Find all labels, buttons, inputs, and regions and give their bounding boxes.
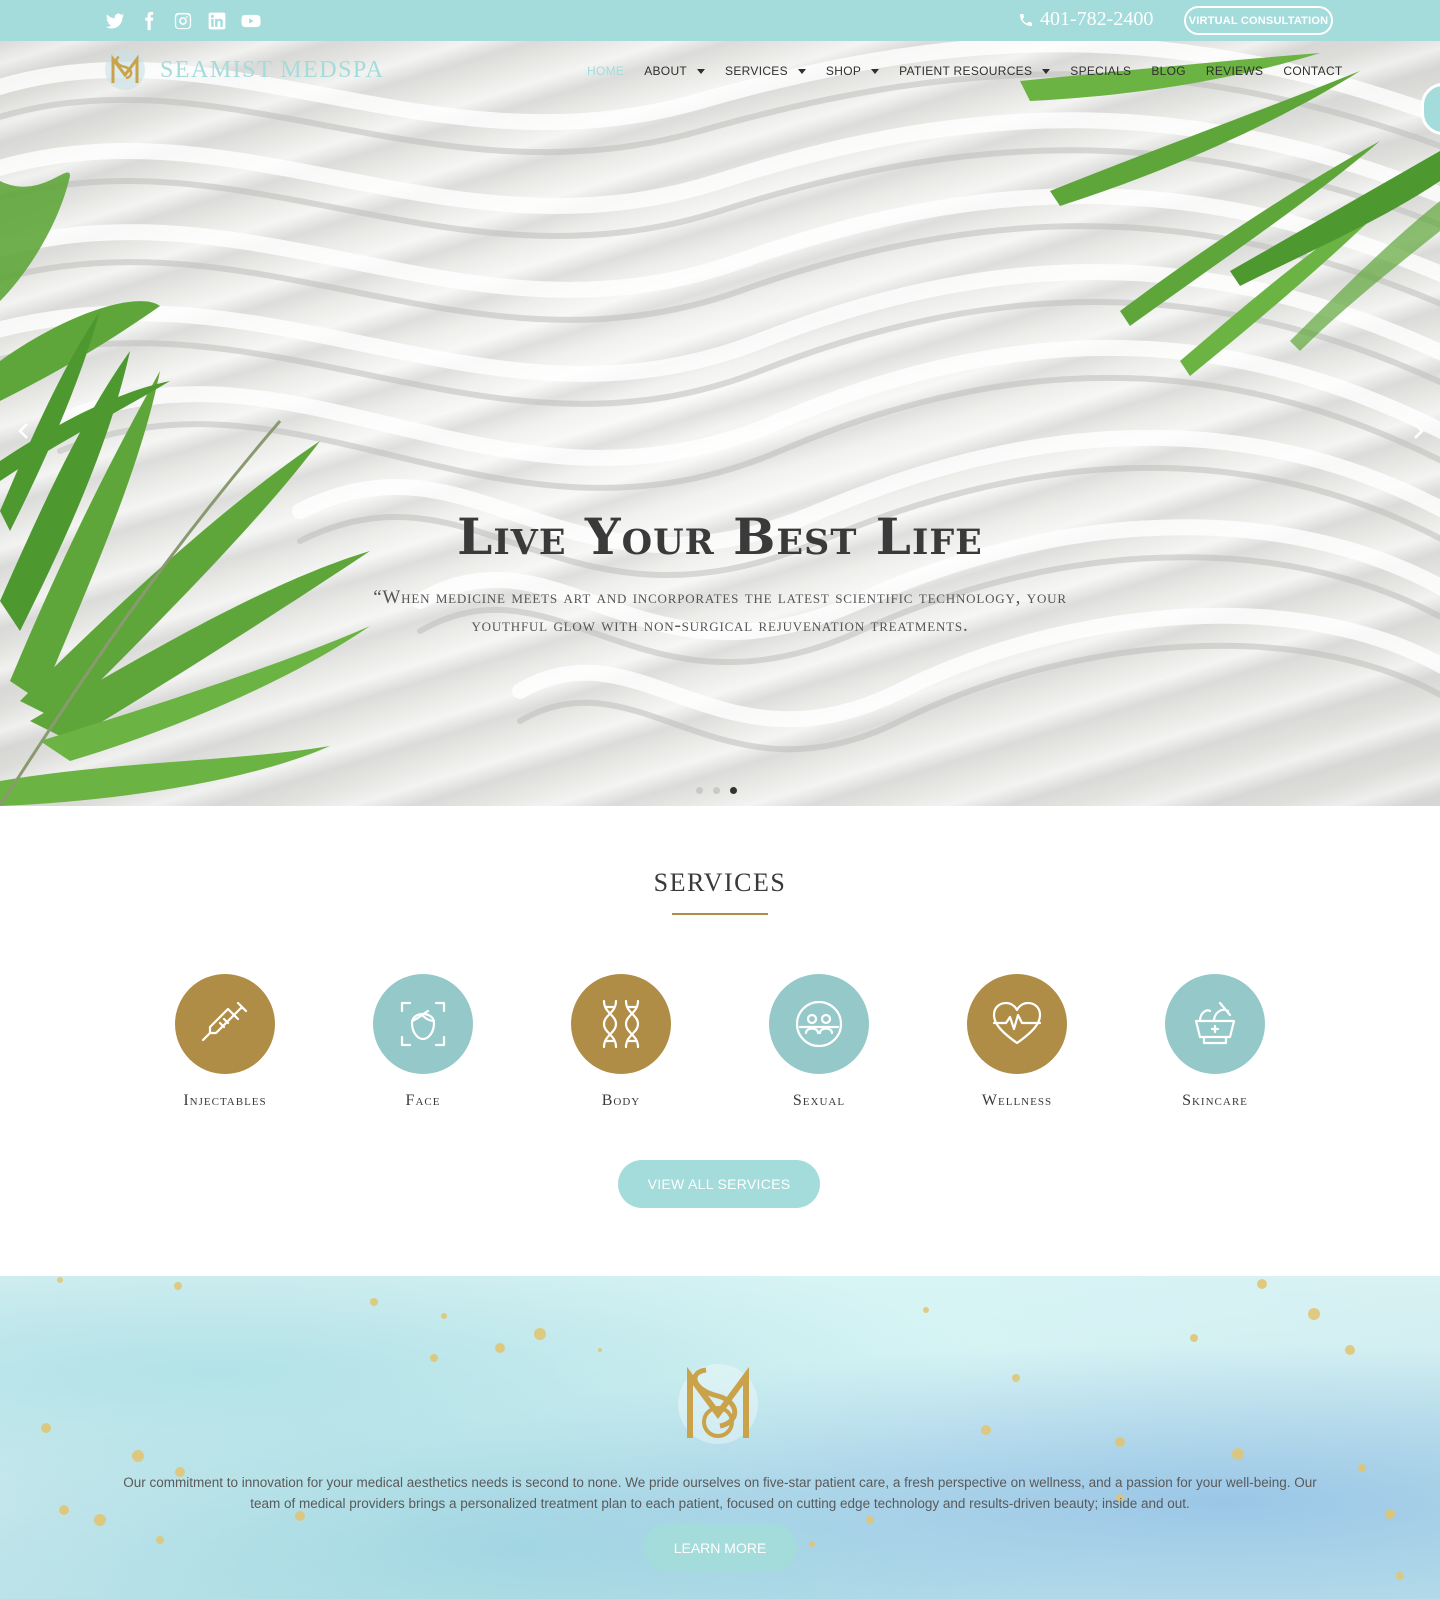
service-icon-circle	[571, 974, 671, 1074]
twitter-icon[interactable]	[104, 10, 126, 32]
chevron-right-icon	[1414, 423, 1424, 439]
service-icon-circle	[967, 974, 1067, 1074]
nav-item-label: HOME	[587, 64, 625, 78]
top-bar: 401-782-2400 VIRTUAL CONSULTATION	[0, 0, 1440, 41]
about-text: Our commitment to innovation for your me…	[123, 1475, 1317, 1511]
caret-down-icon	[697, 68, 706, 74]
phone-link[interactable]: 401-782-2400	[1018, 8, 1153, 31]
service-label: Skincare	[1182, 1092, 1248, 1109]
instagram-icon[interactable]	[172, 10, 194, 32]
nav-item-label: CONTACT	[1283, 64, 1343, 78]
nav-item-label: SHOP	[825, 64, 862, 78]
nav-item-label: SERVICES	[725, 64, 788, 78]
nav-item-contact[interactable]: CONTACT	[1283, 64, 1342, 78]
service-icon-circle	[175, 974, 275, 1074]
nav-item-reviews[interactable]: REVIEWS	[1206, 64, 1263, 78]
hero-quote: “When medicine meets art and incorporate…	[373, 587, 1067, 636]
brand-name: SEAMIST MEDSPA	[160, 56, 385, 83]
nav-item-services[interactable]: SERVICES	[725, 64, 806, 78]
service-icon-circle	[1165, 974, 1265, 1074]
heartbeat-icon	[992, 1001, 1042, 1045]
slider-dots	[696, 787, 737, 794]
next-slide-arrow[interactable]	[1408, 421, 1428, 441]
caret-down-icon	[797, 68, 806, 74]
main-nav: SEAMIST MEDSPA HOME ABOUT SERVICES SHOP …	[0, 41, 1440, 135]
nav-item-home[interactable]: HOME	[587, 64, 624, 78]
chevron-left-icon	[18, 423, 28, 439]
virtual-consultation-button[interactable]: VIRTUAL CONSULTATION	[1184, 6, 1333, 35]
hero-slider: Live Your Best Life “When medicine meets…	[0, 41, 1440, 806]
seamist-logo-icon	[105, 50, 145, 90]
service-icon-circle	[373, 974, 473, 1074]
caret-down-icon	[871, 68, 880, 74]
service-label: Face	[405, 1092, 441, 1109]
service-body[interactable]: Body	[541, 974, 701, 1110]
slider-dot[interactable]	[696, 787, 703, 794]
slider-dot[interactable]	[713, 787, 720, 794]
facebook-icon[interactable]	[138, 10, 160, 32]
seamist-monogram-icon	[678, 1364, 758, 1444]
services-divider	[672, 913, 768, 915]
mortar-icon	[1194, 1001, 1236, 1045]
service-injectables[interactable]: Injectables	[145, 974, 305, 1110]
nav-item-label: ABOUT	[644, 64, 688, 78]
social-links	[104, 10, 262, 32]
nav-item-label: REVIEWS	[1205, 64, 1264, 78]
nav-item-specials[interactable]: SPECIALS	[1070, 64, 1131, 78]
nav-item-label: PATIENT RESOURCES	[899, 64, 1033, 78]
couple-icon	[795, 1000, 843, 1048]
syringe-icon	[201, 1001, 248, 1042]
nav-item-blog[interactable]: BLOG	[1151, 64, 1186, 78]
caret-down-icon	[1042, 68, 1051, 74]
youtube-icon[interactable]	[240, 10, 262, 32]
service-skincare[interactable]: Skincare	[1135, 974, 1295, 1110]
linkedin-icon[interactable]	[206, 10, 228, 32]
nav-item-patient-resources[interactable]: PATIENT RESOURCES	[899, 64, 1051, 78]
face-icon	[400, 1001, 446, 1047]
service-face[interactable]: Face	[343, 974, 503, 1110]
brand-logo[interactable]: SEAMIST MEDSPA	[102, 47, 384, 93]
nav-menu: HOME ABOUT SERVICES SHOP PATIENT RESOURC…	[587, 64, 1363, 78]
nav-item-label: SPECIALS	[1070, 64, 1132, 78]
about-section: Our commitment to innovation for your me…	[0, 1276, 1440, 1599]
nav-item-shop[interactable]: SHOP	[825, 64, 880, 78]
nav-item-about[interactable]: ABOUT	[644, 64, 706, 78]
phone-number: 401-782-2400	[1040, 8, 1154, 30]
service-label: Injectables	[183, 1092, 267, 1109]
hero-title: Live Your Best Life	[457, 507, 983, 566]
service-wellness[interactable]: Wellness	[937, 974, 1097, 1110]
service-label: Sexual	[792, 1092, 846, 1109]
phone-icon	[1020, 13, 1032, 26]
palm-leaves	[0, 53, 1440, 806]
services-heading: SERVICES	[653, 868, 787, 897]
service-sexual[interactable]: Sexual	[739, 974, 899, 1110]
service-label: Wellness	[981, 1092, 1053, 1109]
slider-dot-active[interactable]	[730, 787, 737, 794]
service-label: Body	[601, 1092, 641, 1109]
prev-slide-arrow[interactable]	[14, 421, 34, 441]
nav-item-label: BLOG	[1151, 64, 1186, 78]
learn-more-button[interactable]: LEARN MORE	[643, 1524, 797, 1572]
service-icon-circle	[769, 974, 869, 1074]
dna-icon	[602, 999, 640, 1049]
view-all-services-button[interactable]: VIEW ALL SERVICES	[618, 1160, 820, 1208]
